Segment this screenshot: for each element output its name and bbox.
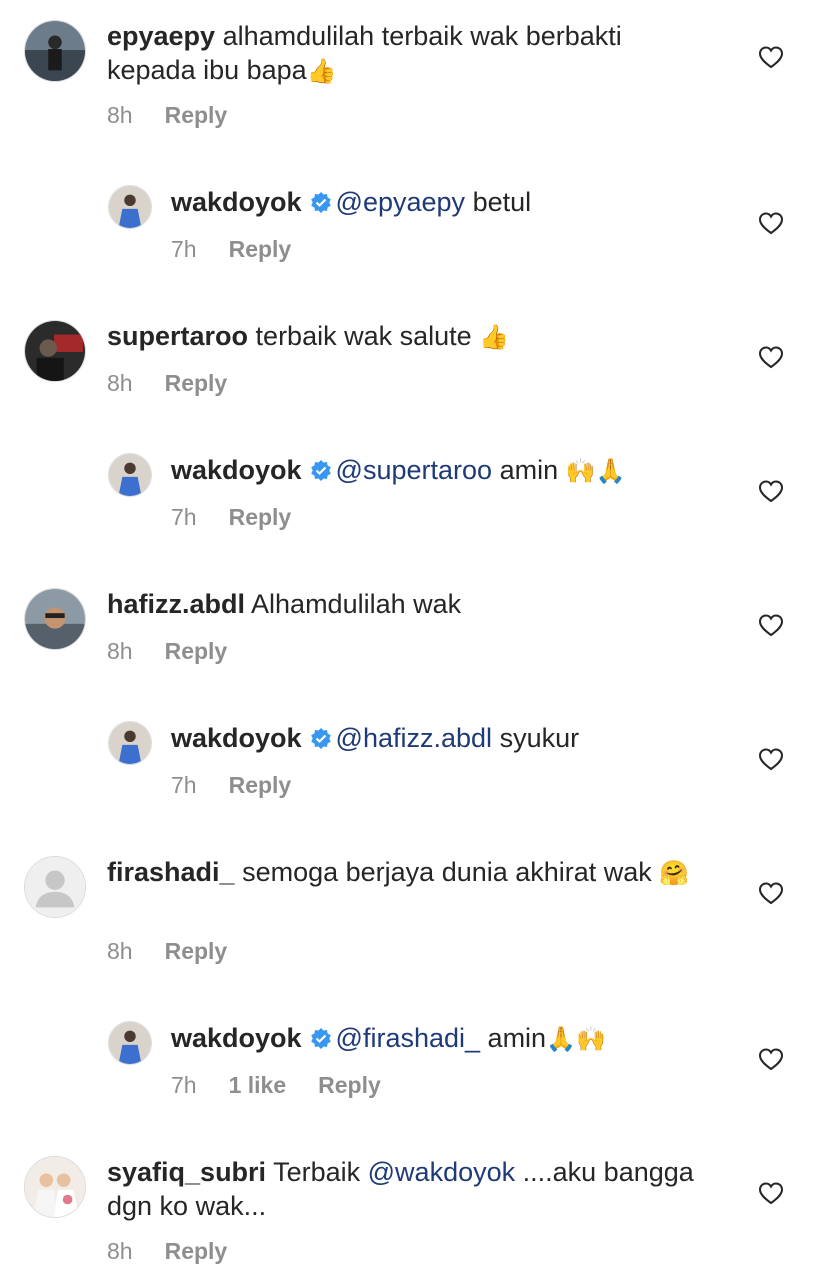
comment-username[interactable]: epyaepy xyxy=(107,21,215,51)
comment-username[interactable]: syafiq_subri xyxy=(107,1157,266,1187)
avatar[interactable] xyxy=(108,721,152,765)
avatar[interactable] xyxy=(24,320,86,382)
reply-button[interactable]: Reply xyxy=(318,1071,381,1099)
comment-meta: 8h Reply xyxy=(107,101,227,129)
comment-time: 8h xyxy=(107,1238,133,1264)
reply-button[interactable]: Reply xyxy=(165,937,228,965)
heart-outline-icon[interactable] xyxy=(758,613,784,637)
comment-username[interactable]: wakdoyok xyxy=(171,1023,302,1053)
comment-time: 7h xyxy=(171,236,197,262)
comment-time: 7h xyxy=(171,772,197,798)
comment-text: supertaroo terbaik wak salute 👍 xyxy=(107,319,707,354)
mention-link[interactable]: @firashadi_ xyxy=(336,1023,480,1053)
comment-body: amin xyxy=(487,1023,547,1053)
mention-link[interactable]: @hafizz.abdl xyxy=(336,723,493,753)
avatar[interactable] xyxy=(24,856,86,918)
reply-button[interactable]: Reply xyxy=(229,503,292,531)
verified-badge-icon xyxy=(310,187,332,213)
comment-body: terbaik wak salute xyxy=(255,321,472,351)
comment-text: wakdoyok @epyaepy betul xyxy=(171,185,771,219)
reply-button[interactable]: Reply xyxy=(165,101,228,129)
avatar[interactable] xyxy=(108,185,152,229)
comment-meta: 8h Reply xyxy=(107,1237,227,1265)
comment-time: 8h xyxy=(107,938,133,964)
comment-emoji: 🙌🙏 xyxy=(565,457,626,485)
comment-text: hafizz.abdl Alhamdulilah wak xyxy=(107,587,707,621)
heart-outline-icon[interactable] xyxy=(758,881,784,905)
avatar[interactable] xyxy=(24,20,86,82)
comment-text: wakdoyok @firashadi_ amin🙏🙌 xyxy=(171,1021,771,1056)
mention-link[interactable]: @supertaroo xyxy=(336,455,493,485)
heart-outline-icon[interactable] xyxy=(758,1181,784,1205)
comment-meta: 8h Reply xyxy=(107,369,227,397)
comment-username[interactable]: hafizz.abdl xyxy=(107,589,245,619)
heart-outline-icon[interactable] xyxy=(758,211,784,235)
mention-link[interactable]: @wakdoyok xyxy=(368,1157,515,1187)
reply-button[interactable]: Reply xyxy=(165,369,228,397)
comment-body: semoga berjaya dunia akhirat wak xyxy=(242,857,652,887)
comment-time: 7h xyxy=(171,504,197,530)
comment-username[interactable]: wakdoyok xyxy=(171,187,302,217)
comment-meta: 7h Reply xyxy=(171,235,291,263)
comment-body: betul xyxy=(472,187,532,217)
heart-outline-icon[interactable] xyxy=(758,479,784,503)
comment-time: 8h xyxy=(107,638,133,664)
comment-username[interactable]: firashadi_ xyxy=(107,857,235,887)
comment-text: wakdoyok @supertaroo amin 🙌🙏 xyxy=(171,453,771,488)
comment-text: wakdoyok @hafizz.abdl syukur xyxy=(171,721,771,755)
heart-outline-icon[interactable] xyxy=(758,1047,784,1071)
heart-outline-icon[interactable] xyxy=(758,45,784,69)
comment-username[interactable]: supertaroo xyxy=(107,321,248,351)
comment-time: 8h xyxy=(107,102,133,128)
avatar[interactable] xyxy=(24,1156,86,1218)
avatar[interactable] xyxy=(24,588,86,650)
comment-text: epyaepy alhamdulilah terbaik wak berbakt… xyxy=(107,19,707,88)
comment-meta: 8h Reply xyxy=(107,637,227,665)
comment-username[interactable]: wakdoyok xyxy=(171,455,302,485)
comment-username[interactable]: wakdoyok xyxy=(171,723,302,753)
reply-button[interactable]: Reply xyxy=(229,771,292,799)
comment-emoji: 🤗 xyxy=(659,859,690,887)
comment-meta: 7h Reply xyxy=(171,771,291,799)
comment-body-prefix: Terbaik xyxy=(273,1157,361,1187)
comment-time: 8h xyxy=(107,370,133,396)
comment-body: Alhamdulilah wak xyxy=(251,589,462,619)
comment-emoji: 👍 xyxy=(479,323,510,351)
verified-badge-icon xyxy=(310,455,332,481)
reply-button[interactable]: Reply xyxy=(229,235,292,263)
avatar[interactable] xyxy=(108,453,152,497)
comment-emoji: 👍 xyxy=(306,57,337,85)
heart-outline-icon[interactable] xyxy=(758,345,784,369)
reply-button[interactable]: Reply xyxy=(165,637,228,665)
comment-text: firashadi_ semoga berjaya dunia akhirat … xyxy=(107,855,707,890)
verified-badge-icon xyxy=(310,1023,332,1049)
comment-meta: 8h Reply xyxy=(107,937,227,965)
comment-body: syukur xyxy=(499,723,580,753)
mention-link[interactable]: @epyaepy xyxy=(336,187,466,217)
comment-time: 7h xyxy=(171,1072,197,1098)
avatar[interactable] xyxy=(108,1021,152,1065)
comment-meta: 7h Reply xyxy=(171,503,291,531)
comment-meta: 7h 1 like Reply xyxy=(171,1071,381,1099)
comment-text: syafiq_subri Terbaik @wakdoyok ....aku b… xyxy=(107,1155,707,1223)
reply-button[interactable]: Reply xyxy=(165,1237,228,1265)
verified-badge-icon xyxy=(310,723,332,749)
comment-emoji: 🙏🙌 xyxy=(546,1025,606,1053)
likes-count[interactable]: 1 like xyxy=(229,1071,287,1099)
heart-outline-icon[interactable] xyxy=(758,747,784,771)
comment-body: amin xyxy=(499,455,559,485)
